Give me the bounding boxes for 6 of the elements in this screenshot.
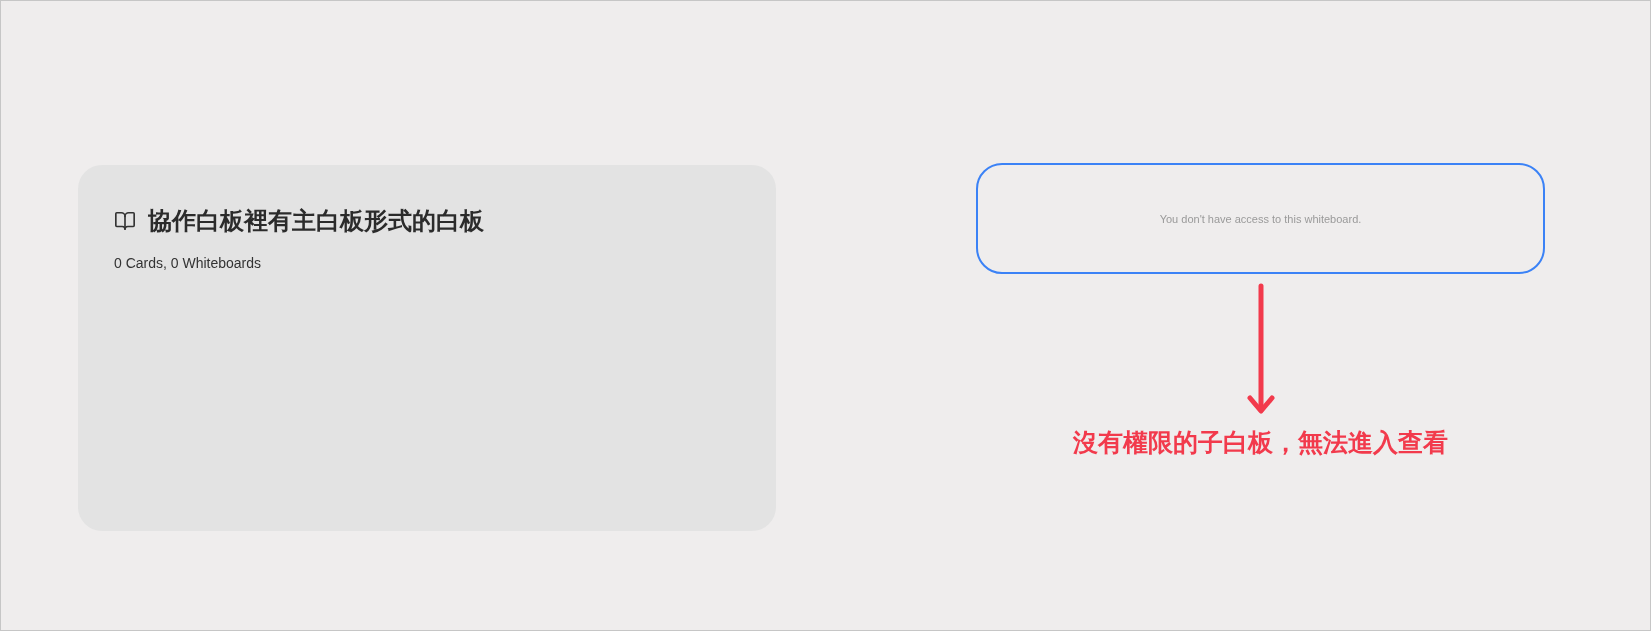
card-title: 協作白板裡有主白板形式的白板 <box>148 206 484 237</box>
no-access-message: You don't have access to this whiteboard. <box>1159 212 1362 225</box>
book-icon <box>114 210 136 232</box>
annotation-text: 沒有權限的子白板，無法進入查看 <box>1073 427 1448 459</box>
card-subtitle: 0 Cards, 0 Whiteboards <box>114 255 263 271</box>
whiteboard-card[interactable]: 協作白板裡有主白板形式的白板 0 Cards, 0 Whiteboards <box>78 165 776 531</box>
